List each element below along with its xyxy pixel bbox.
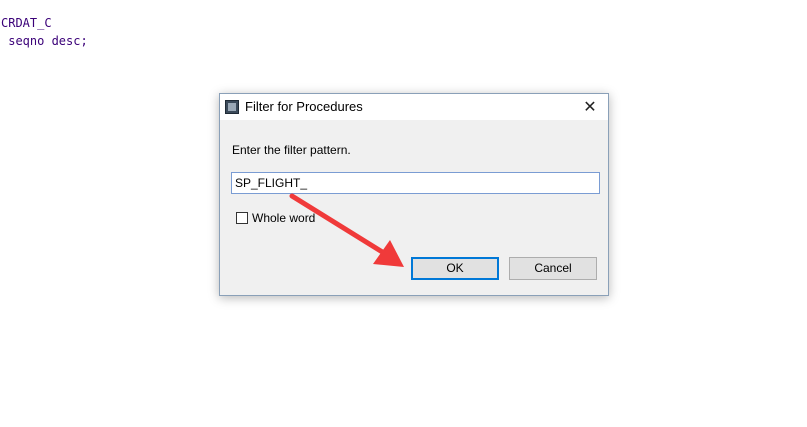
whole-word-checkbox[interactable] [236,211,248,224]
window-app-icon [225,100,239,114]
dialog-title: Filter for Procedures [245,99,363,114]
whole-word-label: Whole word [252,210,316,225]
editor-code-line: seqno desc; [1,34,88,48]
editor-code-line: CRDAT_C [1,16,52,30]
cancel-button[interactable]: Cancel [509,257,597,280]
dialog-titlebar: Filter for Procedures ✕ [220,94,608,120]
close-button[interactable]: ✕ [576,95,604,119]
filter-pattern-input[interactable] [231,172,600,194]
whole-word-option[interactable]: Whole word [236,210,315,225]
filter-prompt-label: Enter the filter pattern. [232,143,351,157]
ok-button[interactable]: OK [411,257,499,280]
filter-dialog: Filter for Procedures ✕ Enter the filter… [219,93,609,296]
